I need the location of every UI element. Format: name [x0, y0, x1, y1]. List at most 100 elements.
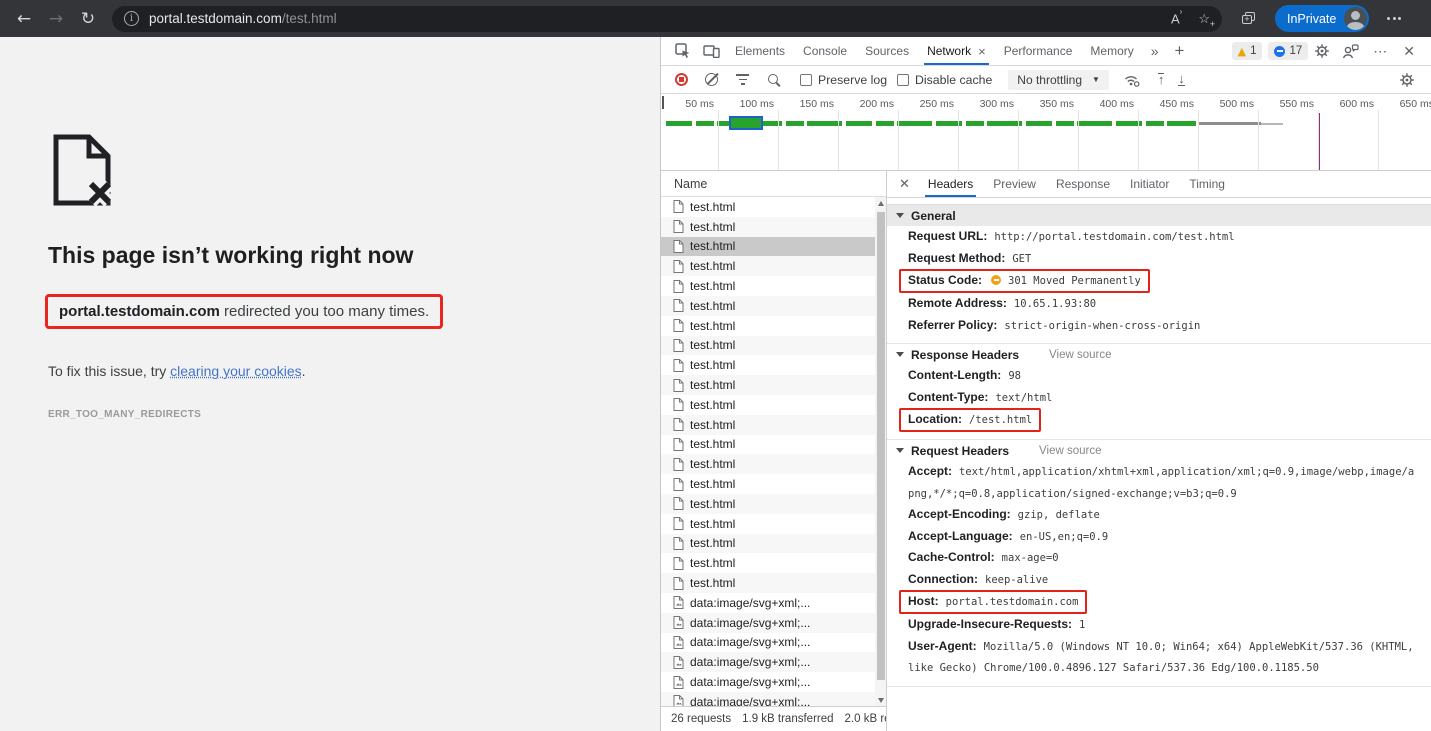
request-row[interactable]: test.html [661, 197, 875, 217]
details-tab-initiator[interactable]: Initiator [1120, 171, 1179, 197]
disable-cache-checkbox[interactable]: Disable cache [897, 73, 992, 87]
device-toolbar-icon[interactable] [703, 44, 720, 58]
back-button[interactable]: ← [10, 5, 38, 33]
request-row[interactable]: test.html [661, 237, 875, 257]
request-row[interactable]: data:image/svg+xml;... [661, 633, 875, 653]
request-row[interactable]: test.html [661, 514, 875, 534]
requests-name-header[interactable]: Name [661, 171, 886, 197]
inprivate-badge[interactable]: InPrivate [1275, 5, 1369, 32]
filter-icon[interactable] [736, 74, 749, 86]
devtools-close-icon[interactable]: ✕ [1403, 43, 1415, 60]
timeline-zero-tick [662, 96, 664, 109]
request-row[interactable]: test.html [661, 573, 875, 593]
header-row: Content-Length:98 [887, 365, 1431, 387]
request-row[interactable]: test.html [661, 534, 875, 554]
tab-elements[interactable]: Elements [726, 37, 794, 65]
request-row[interactable]: data:image/svg+xml;... [661, 593, 875, 613]
request-row[interactable]: test.html [661, 375, 875, 395]
view-source-link[interactable]: View source [1039, 445, 1101, 457]
close-details-icon[interactable]: ✕ [899, 176, 910, 192]
error-message-annotation-box: portal.testdomain.com redirected you too… [45, 294, 443, 329]
tab-performance[interactable]: Performance [995, 37, 1082, 65]
favorites-icon[interactable]: ☆+ [1198, 11, 1210, 27]
request-row[interactable]: data:image/svg+xml;... [661, 613, 875, 633]
request-row[interactable]: test.html [661, 256, 875, 276]
request-row[interactable]: data:image/svg+xml;... [661, 692, 875, 706]
request-row[interactable]: test.html [661, 316, 875, 336]
tab-network[interactable]: Network× [918, 37, 995, 65]
request-row[interactable]: test.html [661, 296, 875, 316]
scrollbar-thumb[interactable] [877, 212, 885, 680]
request-row[interactable]: data:image/svg+xml;... [661, 652, 875, 672]
requests-scrollbar[interactable] [875, 197, 886, 706]
clear-cookies-link[interactable]: clearing your cookies [170, 363, 302, 379]
browser-menu-icon[interactable] [1387, 17, 1401, 20]
details-column: ✕ HeadersPreviewResponseInitiatorTiming … [887, 171, 1431, 731]
header-row: User-Agent:Mozilla/5.0 (Windows NT 10.0;… [887, 636, 1431, 679]
error-domain: portal.testdomain.com [59, 303, 220, 320]
request-row[interactable]: test.html [661, 336, 875, 356]
scroll-up-icon[interactable] [875, 197, 886, 209]
devtools-more-icon[interactable]: ⋯ [1373, 43, 1387, 60]
warnings-badge[interactable]: ▲1 [1232, 42, 1263, 60]
refresh-button[interactable]: ↻ [74, 5, 102, 33]
request-row[interactable]: test.html [661, 553, 875, 573]
request-row[interactable]: test.html [661, 415, 875, 435]
network-overview-timeline[interactable]: 50 ms100 ms150 ms200 ms250 ms300 ms350 m… [661, 94, 1431, 171]
request-row[interactable]: test.html [661, 395, 875, 415]
details-tab-headers[interactable]: Headers [918, 171, 983, 197]
broken-page-icon [48, 132, 118, 210]
clear-network-log-icon[interactable] [705, 73, 718, 86]
request-row[interactable]: test.html [661, 454, 875, 474]
request-name: test.html [690, 378, 735, 392]
tab-memory[interactable]: Memory [1081, 37, 1142, 65]
request-name: test.html [690, 418, 735, 432]
tab-console[interactable]: Console [794, 37, 856, 65]
url-text[interactable]: portal.testdomain.com/test.html [149, 11, 337, 26]
section-header[interactable]: Request HeadersView source [887, 439, 1431, 461]
network-settings-icon[interactable] [1399, 72, 1415, 88]
close-tab-icon[interactable]: × [978, 44, 986, 59]
site-info-icon[interactable]: i [124, 11, 139, 26]
request-row[interactable]: test.html [661, 435, 875, 455]
more-tabs-icon[interactable]: » [1151, 43, 1159, 59]
import-har-icon[interactable]: ↓ [1178, 73, 1185, 86]
throttling-dropdown[interactable]: No throttling▼ [1008, 70, 1109, 90]
details-tab-response[interactable]: Response [1046, 171, 1120, 197]
feedback-icon[interactable] [1342, 44, 1359, 59]
request-row[interactable]: test.html [661, 276, 875, 296]
scroll-down-icon[interactable] [875, 694, 886, 706]
details-tab-timing[interactable]: Timing [1179, 171, 1235, 197]
tab-sources[interactable]: Sources [856, 37, 918, 65]
preserve-log-checkbox[interactable]: Preserve log [800, 73, 887, 87]
request-row[interactable]: test.html [661, 474, 875, 494]
network-main: Name test.htmltest.htmltest.htmltest.htm… [661, 171, 1431, 731]
section-header[interactable]: General [887, 204, 1431, 226]
request-row[interactable]: data:image/svg+xml;... [661, 672, 875, 692]
request-row[interactable]: test.html [661, 494, 875, 514]
record-network-log-icon[interactable] [675, 73, 688, 86]
view-source-link[interactable]: View source [1049, 349, 1111, 361]
headers-pane: GeneralRequest URL:http://portal.testdom… [887, 198, 1431, 731]
search-icon[interactable] [767, 73, 781, 87]
devtools-settings-icon[interactable] [1314, 43, 1330, 59]
document-icon [673, 379, 684, 392]
network-conditions-icon[interactable] [1123, 72, 1140, 87]
timeline-gridline [1138, 110, 1139, 170]
document-icon [673, 200, 684, 213]
request-row[interactable]: test.html [661, 217, 875, 237]
export-har-icon[interactable]: ↑ [1158, 73, 1165, 86]
issues-badge[interactable]: 17 [1268, 42, 1308, 60]
triangle-down-icon [896, 352, 904, 357]
request-row[interactable]: test.html [661, 355, 875, 375]
section-header[interactable]: Response HeadersView source [887, 343, 1431, 365]
add-tab-icon[interactable]: + [1175, 41, 1185, 61]
read-aloud-icon[interactable]: A› [1171, 11, 1182, 26]
collections-icon[interactable]: + [1242, 12, 1257, 25]
timeline-tick-label: 50 ms [668, 98, 714, 110]
details-tab-preview[interactable]: Preview [983, 171, 1046, 197]
address-bar[interactable]: i portal.testdomain.com/test.html A› ☆+ [112, 6, 1222, 32]
avatar[interactable] [1344, 7, 1367, 30]
header-value: portal.testdomain.com [946, 596, 1079, 608]
inspect-element-icon[interactable] [675, 43, 691, 59]
